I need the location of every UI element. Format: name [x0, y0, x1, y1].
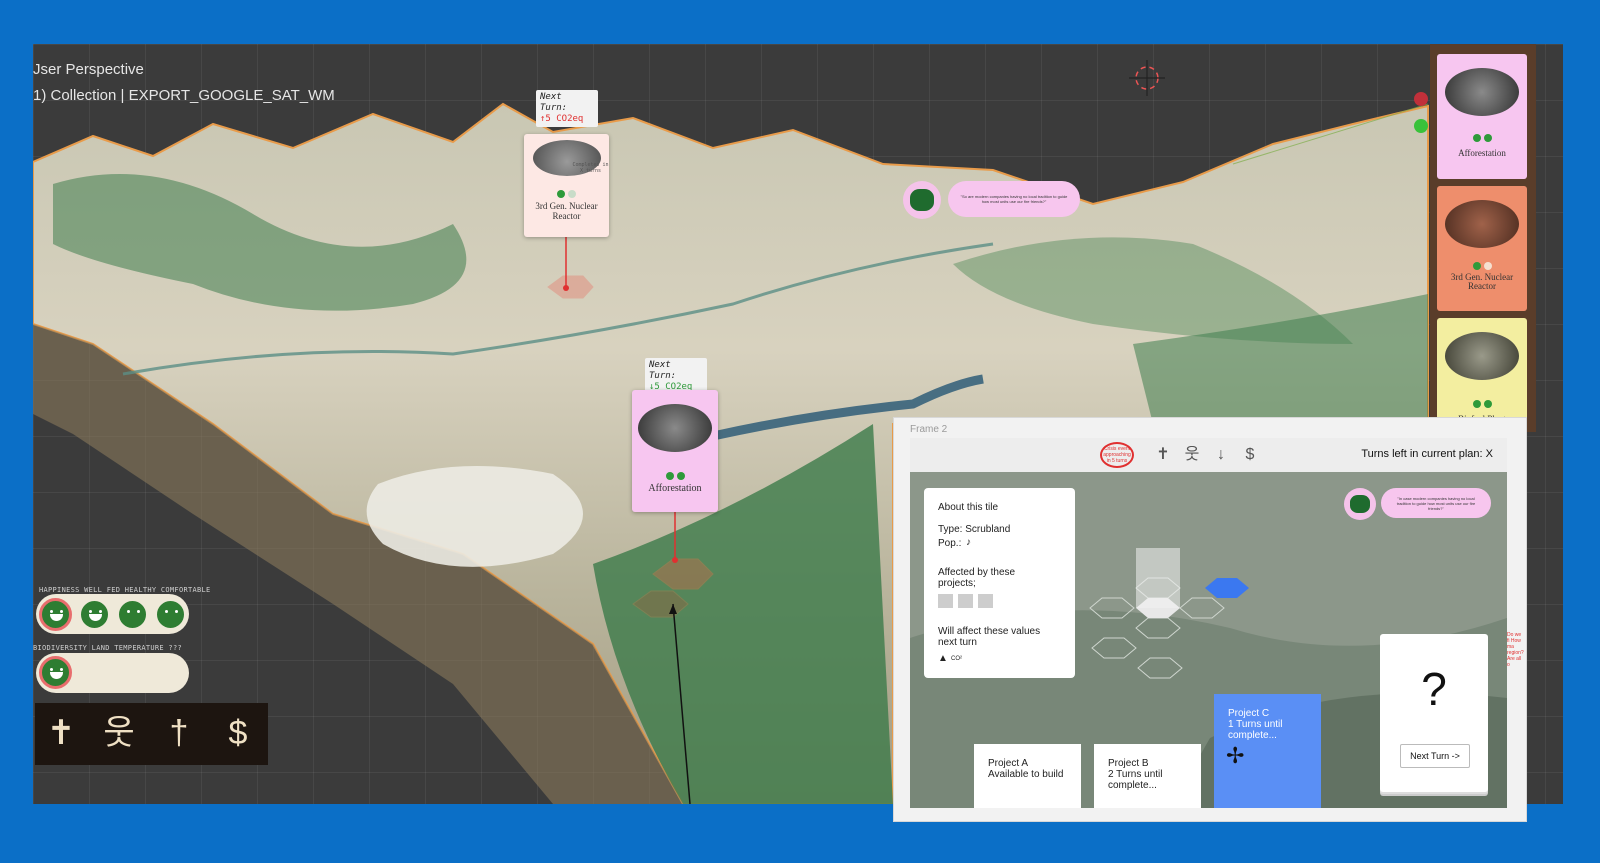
- healthy-icon[interactable]: [116, 598, 149, 631]
- question-mark: ?: [1421, 663, 1447, 715]
- card-status: Completes in X turns: [572, 162, 609, 174]
- tile-type: Type: Scrubland: [938, 524, 1011, 535]
- project-status: 1 Turns until: [1228, 719, 1283, 730]
- card-title: Afforestation: [648, 483, 702, 494]
- person-icon[interactable]: 웃: [1181, 444, 1203, 466]
- side-note: Do we fi How ma region?: [1507, 632, 1524, 656]
- happiness-icon[interactable]: [39, 598, 72, 631]
- card-photo: [638, 404, 712, 452]
- card-title: 3rd Gen. Nuclear Reactor: [535, 201, 598, 221]
- next-turn-card: ? Next Turn ->: [1380, 634, 1488, 792]
- card-title: Afforestation: [1458, 148, 1506, 158]
- strip-card-biofuel[interactable]: Biofuel Plant: [1437, 318, 1527, 432]
- comfortable-icon[interactable]: [154, 598, 187, 631]
- frame-2-game-view[interactable]: Crisis event approaching in 5 turns ✝ 웃 …: [910, 438, 1507, 808]
- project-status: complete...: [1228, 730, 1277, 741]
- card-photo: [1445, 332, 1519, 380]
- co2-label: CO²: [951, 656, 962, 662]
- advisor-face-icon: [910, 189, 934, 211]
- strip-card-afforestation[interactable]: Afforestation: [1437, 54, 1527, 179]
- project-name: Project C: [1228, 708, 1270, 719]
- card-photo: [1445, 200, 1519, 248]
- project-name: Project B: [1108, 758, 1149, 769]
- tile-highlight-column: [1136, 548, 1180, 608]
- person-icon: ♪: [966, 537, 971, 548]
- frame-2-toolbar: Crisis event approaching in 5 turns ✝ 웃 …: [910, 438, 1507, 472]
- card-effect-icons: [1437, 400, 1527, 408]
- strip-card-nuclear-reactor[interactable]: 3rd Gen. Nuclear Reactor: [1437, 186, 1527, 311]
- advisor-avatar[interactable]: [1344, 488, 1376, 520]
- project-status: 2 Turns until: [1108, 769, 1163, 780]
- cross-icon[interactable]: ✝: [41, 713, 81, 753]
- project-card-afforestation[interactable]: Afforestation: [632, 390, 718, 512]
- tile-panel-heading: About this tile: [938, 502, 999, 513]
- project-name: Project A: [988, 758, 1029, 769]
- next-turn-label: Next Turn:: [540, 92, 568, 113]
- resource-toolbar: ✝ 웃 † $: [35, 703, 268, 765]
- card-pin: [672, 557, 678, 563]
- status-dot-green[interactable]: [1414, 119, 1428, 133]
- dollar-icon[interactable]: $: [218, 713, 258, 753]
- project-card-c[interactable]: Project C 1 Turns until complete... ✢: [1214, 694, 1321, 808]
- card-photo: [1445, 68, 1519, 116]
- biodiversity-icon[interactable]: [39, 656, 72, 689]
- wind-turbine-icon: ✢: [1226, 743, 1245, 768]
- tile-will-affect: Will affect these values next turn: [938, 626, 1041, 648]
- card-title: 3rd Gen. Nuclear Reactor: [1450, 272, 1514, 291]
- frame-2-mockup: Frame 2 Crisis event approaching in 5 tu…: [894, 418, 1526, 821]
- card-effect-icons: [632, 472, 718, 480]
- card-effect-icons: [1437, 134, 1527, 142]
- card-effect-icons: [524, 190, 609, 198]
- project-card-a[interactable]: Project A Available to build: [974, 744, 1081, 808]
- dollar-icon[interactable]: $: [1239, 444, 1261, 466]
- project-status: Available to build: [988, 769, 1064, 780]
- co2-icon: ▲: [938, 653, 948, 664]
- tile-affected-by: Affected by these projects;: [938, 567, 1016, 589]
- advisor-face-icon: [1350, 495, 1370, 513]
- card-effect-icons: [1437, 262, 1527, 270]
- status-dot-red[interactable]: [1414, 92, 1428, 106]
- advisor-speech-bubble: "So are modern companies having no local…: [948, 181, 1080, 217]
- warning-icon: [568, 190, 576, 198]
- dry-lake: [366, 466, 583, 567]
- wellbeing-labels: HAPPINESS WELL FED HEALTHY COMFORTABLE: [39, 586, 211, 594]
- leaf-icon: [665, 472, 674, 480]
- advisor-speech-bubble: "In case modern companies having no loca…: [1381, 488, 1491, 518]
- person-icon[interactable]: 웃: [99, 713, 139, 753]
- advisor-avatar[interactable]: [903, 181, 941, 219]
- tile-info-panel: About this tile Type: Scrubland Pop.: ♪ …: [924, 488, 1075, 678]
- tile-pop: Pop.:: [938, 538, 962, 549]
- side-note: Are all o: [1507, 656, 1522, 668]
- next-turn-button[interactable]: Next Turn ->: [1400, 744, 1470, 768]
- well-fed-icon[interactable]: [78, 598, 111, 631]
- project-status: complete...: [1108, 780, 1157, 791]
- project-card-strip[interactable]: Afforestation 3rd Gen. Nuclear Reactor B…: [1430, 44, 1536, 432]
- project-slot: [978, 594, 993, 608]
- tree-icon: [676, 472, 685, 480]
- co2-delta: ↑5 CO2eq: [540, 114, 584, 124]
- viewport-collection-label: 1) Collection | EXPORT_GOOGLE_SAT_WM: [33, 87, 335, 104]
- environment-labels: BIODIVERSITY LAND TEMPERATURE ???: [33, 644, 182, 652]
- frame-label: Frame 2: [910, 424, 948, 435]
- next-turn-note: Next Turn: ↑5 CO2eq: [536, 90, 598, 127]
- cross-icon[interactable]: ✝: [1152, 444, 1174, 466]
- dagger-icon[interactable]: ↓: [1210, 444, 1232, 466]
- leaf-icon: [557, 190, 565, 198]
- project-card-b[interactable]: Project B 2 Turns until complete...: [1094, 744, 1201, 808]
- viewport-perspective-label: Jser Perspective: [33, 61, 144, 78]
- project-slot: [938, 594, 953, 608]
- dagger-icon[interactable]: †: [159, 713, 199, 753]
- project-card-nuclear-reactor[interactable]: Completes in X turns 3rd Gen. Nuclear Re…: [524, 134, 609, 237]
- crisis-event-badge[interactable]: Crisis event approaching in 5 turns: [1100, 442, 1134, 468]
- card-pin: [563, 285, 569, 291]
- turns-left-label: Turns left in current plan: X: [1361, 448, 1493, 460]
- project-slot: [958, 594, 973, 608]
- next-turn-label: Next Turn:: [649, 360, 677, 381]
